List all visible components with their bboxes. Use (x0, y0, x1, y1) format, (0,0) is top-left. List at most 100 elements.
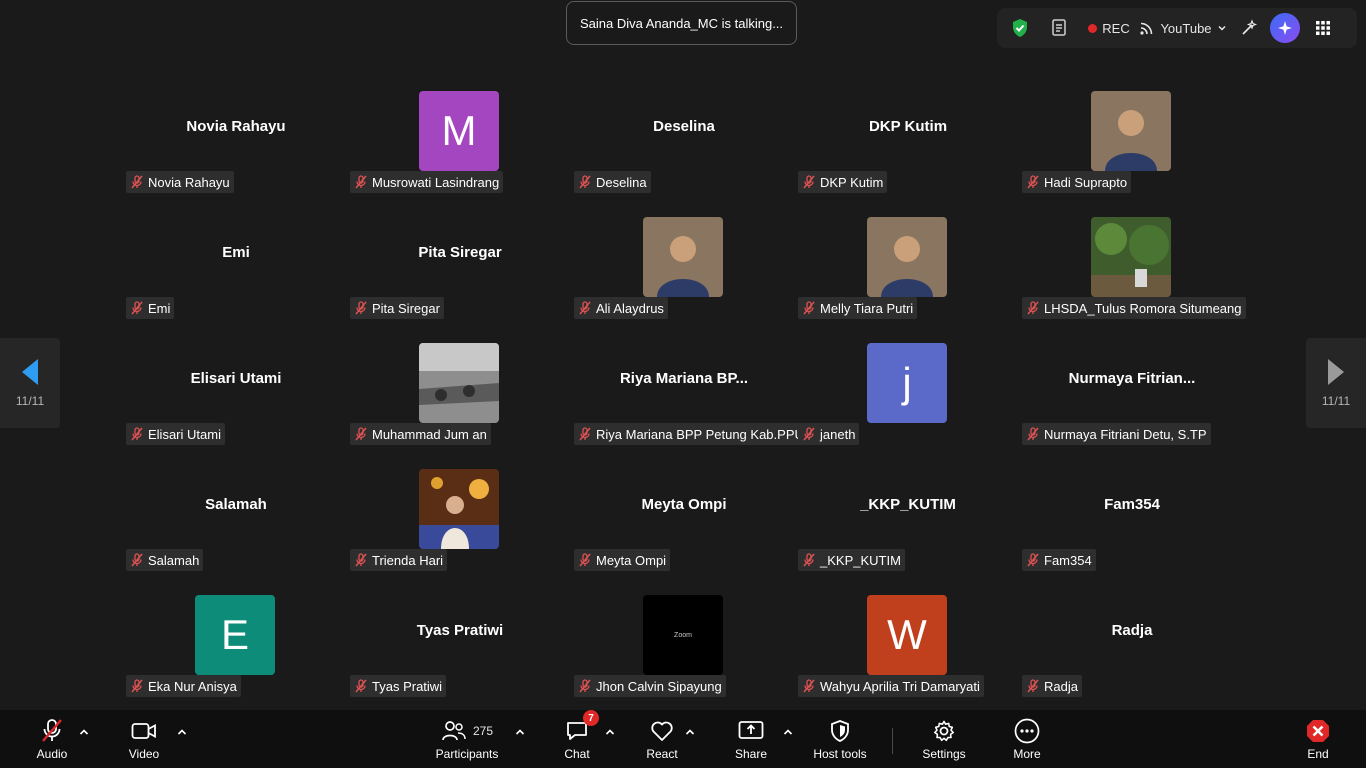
muted-mic-icon (129, 552, 145, 568)
participant-tile[interactable]: Emi Emi (124, 217, 348, 343)
participants-options-caret[interactable] (514, 726, 526, 738)
chevron-up-icon (783, 729, 793, 735)
participant-name: Trienda Hari (372, 552, 444, 568)
magic-wand-icon[interactable] (1231, 12, 1267, 44)
ai-companion-button[interactable] (1267, 12, 1303, 44)
participant-name-tag: Nurmaya Fitriani Detu, S.TP (1022, 423, 1211, 445)
participant-tile[interactable]: Muhammad Jum an (348, 343, 572, 469)
participant-tile[interactable]: Elisari Utami Elisari Utami (124, 343, 348, 469)
more-button[interactable]: More (1005, 710, 1049, 768)
apps-grid-icon[interactable] (1303, 12, 1343, 44)
participant-display-name: Fam354 (1104, 496, 1160, 513)
muted-mic-icon (129, 678, 145, 694)
record-label: REC (1102, 20, 1130, 36)
react-button[interactable]: React (640, 710, 684, 768)
participant-tile[interactable]: Novia Rahayu Novia Rahayu (124, 91, 348, 217)
share-label: Share (734, 747, 768, 761)
participants-button[interactable]: 275 Participants (430, 710, 504, 768)
chevron-up-icon (177, 729, 187, 735)
participant-display-name: Nurmaya Fitrian... (1068, 370, 1196, 387)
chevron-down-icon (1218, 25, 1226, 31)
participant-avatar: j (867, 343, 947, 423)
host-tools-button[interactable]: Host tools (808, 710, 872, 768)
shield-check-icon[interactable] (1003, 12, 1037, 44)
share-button[interactable]: Share (730, 710, 772, 768)
participant-name: Meyta Ompi (596, 552, 667, 568)
active-speaker-text: Saina Diva Ananda_MC is talking... (579, 15, 784, 31)
chat-options-caret[interactable] (604, 726, 616, 738)
document-icon[interactable] (1037, 12, 1083, 44)
end-label: End (1307, 747, 1329, 761)
participant-display-name: DKP Kutim (868, 118, 948, 135)
share-screen-icon (738, 718, 764, 744)
participant-tile[interactable]: Trienda Hari (348, 469, 572, 595)
participant-tile[interactable]: _KKP_KUTIM _KKP_KUTIM (796, 469, 1020, 595)
participant-tile[interactable]: j janeth (796, 343, 1020, 469)
participant-tile[interactable]: E Eka Nur Anisya (124, 595, 348, 721)
participant-name: Riya Mariana BPP Petung Kab.PPU (596, 426, 804, 442)
participant-tile[interactable]: DKP Kutim DKP Kutim (796, 91, 1020, 217)
participant-tile[interactable]: Ali Alaydrus (572, 217, 796, 343)
muted-mic-icon (577, 552, 593, 568)
participant-name-tag: Salamah (126, 549, 204, 571)
settings-button[interactable]: Settings (918, 710, 970, 768)
participant-tile[interactable]: Radja Radja (1020, 595, 1244, 721)
participant-tile[interactable]: M Musrowati Lasindrang (348, 91, 572, 217)
participant-name-tag: Elisari Utami (126, 423, 225, 445)
participant-name: DKP Kutim (820, 174, 884, 190)
audio-options-caret[interactable] (78, 726, 90, 738)
participant-tile[interactable]: Riya Mariana BP... Riya Mariana BPP Petun… (572, 343, 808, 469)
participants-label: Participants (435, 747, 499, 761)
page-indicator: 11/11 (1321, 394, 1351, 408)
video-options-caret[interactable] (176, 726, 188, 738)
participant-name-tag: Radja (1022, 675, 1082, 697)
end-call-icon (1305, 718, 1331, 744)
participant-avatar: W (867, 595, 947, 675)
participant-display-name: Pita Siregar (418, 244, 502, 261)
meeting-status-bar: REC YouTube (997, 8, 1357, 48)
participant-tile[interactable]: W Wahyu Aprilia Tri Damaryati (796, 595, 1020, 721)
participant-tile[interactable]: Deselina Deselina (572, 91, 796, 217)
participant-photo (419, 469, 499, 549)
participant-tile[interactable]: Zoom Jhon Calvin Sipayung (572, 595, 796, 721)
muted-mic-icon (1025, 426, 1041, 442)
participant-display-name: Radja (1111, 622, 1153, 639)
participant-tile[interactable]: Fam354 Fam354 (1020, 469, 1244, 595)
participant-tile[interactable]: Meyta Ompi Meyta Ompi (572, 469, 796, 595)
muted-mic-icon (353, 678, 369, 694)
participant-tile[interactable]: Melly Tiara Putri (796, 217, 1020, 343)
share-options-caret[interactable] (782, 726, 794, 738)
react-options-caret[interactable] (684, 726, 696, 738)
participant-avatar: E (195, 595, 275, 675)
next-page-button[interactable]: 11/11 (1306, 338, 1366, 428)
participant-avatar: M (419, 91, 499, 171)
end-meeting-button[interactable]: End (1298, 710, 1338, 768)
livestream-dropdown[interactable]: YouTube (1135, 12, 1231, 44)
audio-button[interactable]: Audio (26, 710, 78, 768)
page-indicator: 11/11 (15, 394, 45, 408)
participant-name: Hadi Suprapto (1044, 174, 1128, 190)
muted-mic-icon (1025, 300, 1041, 316)
participant-name: LHSDA_Tulus Romora Situmeang (1044, 300, 1242, 316)
participant-tile[interactable]: LHSDA_Tulus Romora Situmeang (1020, 217, 1246, 343)
muted-mic-icon (577, 426, 593, 442)
participant-name: janeth (820, 426, 856, 442)
participant-tile[interactable]: Hadi Suprapto (1020, 91, 1244, 217)
muted-mic-icon (40, 718, 64, 744)
participant-photo (1091, 91, 1171, 171)
chevron-up-icon (605, 729, 615, 735)
video-button[interactable]: Video (120, 710, 168, 768)
participant-tile[interactable]: Tyas Pratiwi Tyas Pratiwi (348, 595, 572, 721)
participant-tile[interactable]: Nurmaya Fitrian... Nurmaya Fitriani Detu,… (1020, 343, 1244, 469)
participant-tile[interactable]: Pita Siregar Pita Siregar (348, 217, 572, 343)
participant-display-name: _KKP_KUTIM (860, 496, 956, 513)
participant-name-tag: Ali Alaydrus (574, 297, 668, 319)
toolbar-divider (892, 728, 893, 754)
ai-sparkle-icon (1270, 13, 1300, 43)
participant-name-tag: Wahyu Aprilia Tri Damaryati (798, 675, 984, 697)
previous-page-button[interactable]: 11/11 (0, 338, 60, 428)
chat-button[interactable]: 7 Chat (557, 710, 599, 768)
record-indicator[interactable]: REC (1083, 12, 1135, 44)
participant-tile[interactable]: Salamah Salamah (124, 469, 348, 595)
participants-icon (442, 721, 466, 741)
